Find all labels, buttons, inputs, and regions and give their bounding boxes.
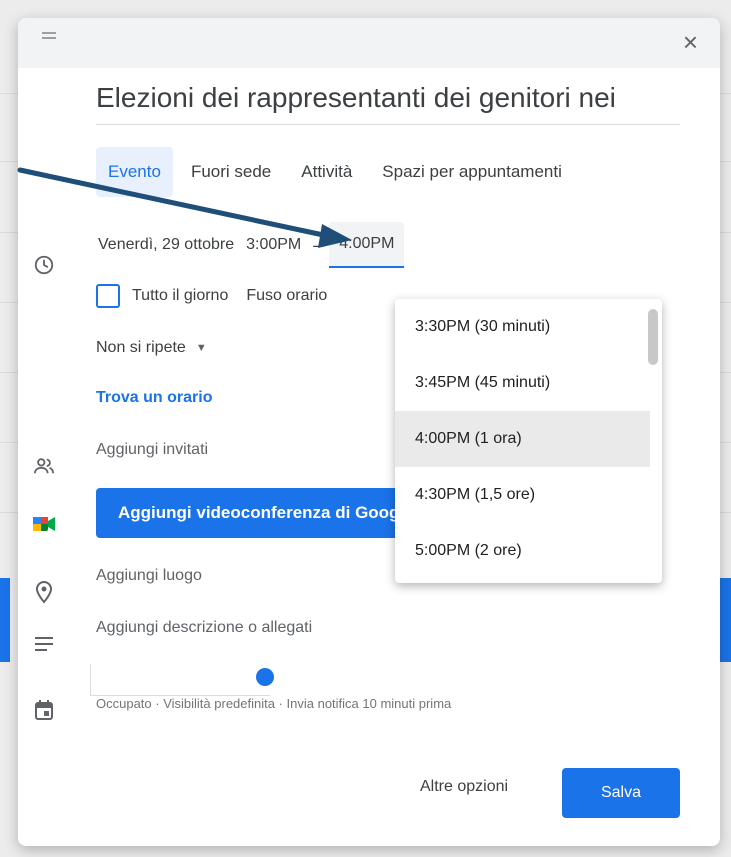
- add-meet-button[interactable]: Aggiungi videoconferenza di Google Meet: [96, 488, 416, 538]
- end-time-option-selected[interactable]: 4:00PM (1 ora): [395, 411, 650, 467]
- calendar-select[interactable]: [90, 664, 270, 696]
- save-button[interactable]: Salva: [562, 768, 680, 818]
- status-summary[interactable]: Occupato · Visibilità predefinita · Invi…: [96, 696, 451, 711]
- notes-icon: [32, 632, 56, 656]
- dropdown-scrollbar[interactable]: [648, 309, 658, 365]
- tab-fuori-sede[interactable]: Fuori sede: [179, 147, 283, 197]
- description-input[interactable]: Aggiungi descrizione o allegati: [96, 614, 312, 642]
- datetime-row: Venerdì, 29 ottobre 3:00PM – 4:00PM: [96, 220, 405, 270]
- calendar-color-dot: [256, 668, 274, 686]
- end-time-options: 3:30PM (30 minuti) 3:45PM (45 minuti) 4:…: [395, 299, 662, 579]
- tab-evento[interactable]: Evento: [96, 147, 173, 197]
- end-time-field[interactable]: 4:00PM: [329, 222, 405, 268]
- caret-down-icon: ▼: [195, 342, 207, 354]
- timezone-link[interactable]: Fuso orario: [246, 287, 327, 305]
- end-time-dropdown[interactable]: 3:30PM (30 minuti) 3:45PM (45 minuti) 4:…: [395, 299, 662, 583]
- end-time-option[interactable]: 4:30PM (1,5 ore): [395, 467, 650, 523]
- background-event-block: [0, 578, 10, 662]
- event-type-tabs: Evento Fuori sede Attività Spazi per app…: [96, 147, 574, 197]
- tab-spazi-appuntamenti[interactable]: Spazi per appuntamenti: [370, 147, 574, 197]
- repeat-select[interactable]: Non si ripete ▼: [96, 334, 207, 362]
- allday-label[interactable]: Tutto il giorno: [132, 287, 228, 305]
- location-input[interactable]: Aggiungi luogo: [96, 562, 202, 590]
- event-title-input[interactable]: Elezioni dei rappresentanti dei genitori…: [96, 82, 680, 125]
- more-options-button[interactable]: Altre opzioni: [408, 768, 520, 806]
- close-button[interactable]: ×: [683, 29, 698, 55]
- allday-checkbox[interactable]: [96, 284, 120, 308]
- google-meet-icon: [32, 512, 56, 536]
- end-time-option[interactable]: 3:30PM (30 minuti): [395, 299, 650, 355]
- guests-input[interactable]: Aggiungi invitati: [96, 436, 208, 464]
- repeat-label: Non si ripete: [96, 339, 186, 356]
- clock-icon: [32, 253, 56, 277]
- event-date[interactable]: Venerdì, 29 ottobre: [96, 228, 240, 262]
- end-time-option[interactable]: 3:45PM (45 minuti): [395, 355, 650, 411]
- dialog-header[interactable]: ×: [18, 18, 720, 68]
- allday-row: Tutto il giorno Fuso orario: [96, 282, 327, 310]
- start-time[interactable]: 3:00PM: [240, 228, 307, 262]
- drag-handle-icon[interactable]: [42, 32, 58, 42]
- end-time-option[interactable]: 5:00PM (2 ore): [395, 523, 650, 579]
- find-time-link[interactable]: Trova un orario: [96, 384, 212, 412]
- tab-attivita[interactable]: Attività: [289, 147, 364, 197]
- time-separator: –: [313, 234, 324, 255]
- people-icon: [32, 454, 56, 478]
- location-pin-icon: [32, 580, 56, 604]
- calendar-icon: [32, 698, 56, 722]
